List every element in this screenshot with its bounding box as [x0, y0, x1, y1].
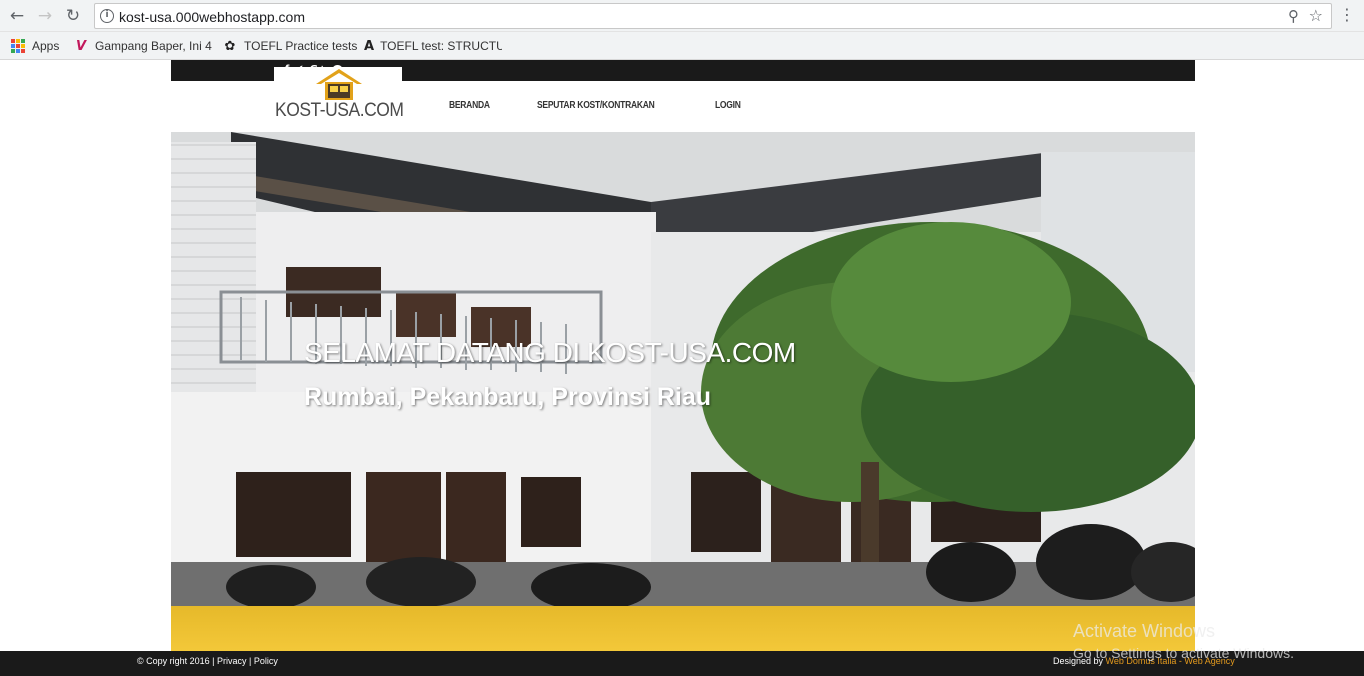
nav-seputar-kost[interactable]: SEPUTAR KOST/KONTRAKAN — [537, 100, 655, 111]
hero-banner: SELAMAT DATANG DI KOST-USA.COM Rumbai, P… — [171, 132, 1195, 606]
toefl-logo-icon: ✿ — [224, 38, 236, 54]
bookmark-label: Gampang Baper, Ini 4 — [95, 39, 212, 53]
browser-toolbar: ← → ↻ i kost-usa.000webhostapp.com ⚲ ☆ ⋮ — [0, 0, 1364, 32]
back-arrow-icon[interactable]: ← — [6, 5, 28, 27]
hero-photo — [171, 132, 1195, 606]
hero-subtitle: Rumbai, Pekanbaru, Provinsi Riau — [304, 383, 712, 411]
browser-menu-icon[interactable]: ⋮ — [1339, 6, 1355, 24]
bookmark-label: TOEFL test: STRUCTU — [380, 39, 502, 53]
yellow-accent-band — [171, 606, 1195, 651]
bookmark-label: TOEFL Practice tests — [244, 39, 358, 53]
info-icon[interactable]: i — [100, 9, 114, 23]
house-logo-icon — [316, 69, 362, 100]
bookmark-toefl-structure[interactable]: A TOEFL test: STRUCTU — [364, 38, 502, 54]
reload-icon[interactable]: ↻ — [62, 5, 84, 27]
apps-grid-icon — [10, 38, 26, 54]
bookmarks-bar: Apps V Gampang Baper, Ini 4 ✿ TOEFL Prac… — [0, 32, 1364, 60]
forward-arrow-icon[interactable]: → — [34, 5, 56, 27]
bookmark-apps[interactable]: Apps — [10, 38, 59, 54]
site-logo[interactable]: KOST-USA.COM — [274, 67, 404, 121]
bookmark-toefl-practice[interactable]: ✿ TOEFL Practice tests — [222, 38, 358, 54]
logo-text: KOST-USA.COM — [275, 100, 404, 121]
main-menu: BERANDA SEPUTAR KOST/KONTRAKAN LOGIN — [449, 100, 785, 111]
activate-windows-subtext: Go to Settings to activate Windows. — [1073, 645, 1294, 661]
bookmark-star-icon[interactable]: ☆ — [1309, 6, 1323, 25]
website: f ✔ G+ p BERANDA SEPUTAR KOST/KONTRAKAN … — [171, 60, 1195, 651]
nav-login[interactable]: LOGIN — [715, 100, 741, 111]
hero-title: SELAMAT DATANG DI KOST-USA.COM — [304, 337, 796, 368]
bookmark-gampang-baper[interactable]: V Gampang Baper, Ini 4 — [73, 38, 213, 54]
toefl-a-icon: A — [364, 38, 375, 54]
url-text[interactable]: kost-usa.000webhostapp.com — [119, 9, 305, 25]
bookmark-label: Apps — [32, 39, 60, 53]
zoom-icon[interactable]: ⚲ — [1288, 7, 1299, 25]
v-logo-icon: V — [75, 38, 87, 54]
activate-windows-watermark: Activate Windows — [1073, 621, 1216, 641]
nav-beranda[interactable]: BERANDA — [449, 100, 490, 111]
address-bar[interactable]: i kost-usa.000webhostapp.com ⚲ ☆ — [94, 3, 1332, 29]
copyright-text[interactable]: © Copy right 2016 | Privacy | Policy — [137, 656, 278, 666]
